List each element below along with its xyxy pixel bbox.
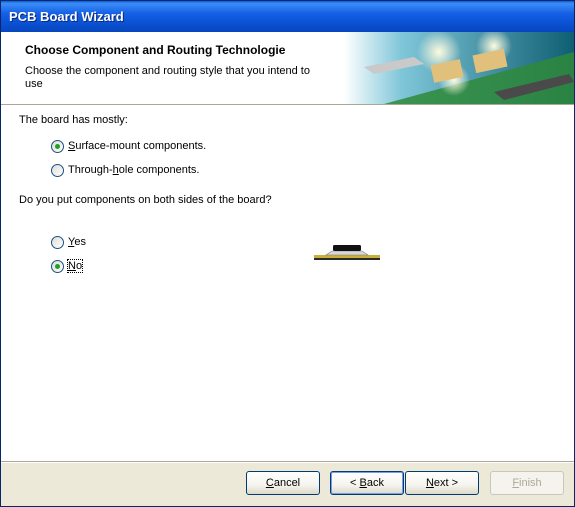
through-hole-label[interactable]: Through-hole components. [68,164,199,176]
window-title: PCB Board Wizard [9,9,124,24]
radio-indicator[interactable] [51,235,64,249]
footer-divider-highlight [1,462,574,463]
page-title: Choose Component and Routing Technologie [25,43,286,57]
radio-indicator-selected[interactable] [51,259,64,273]
wizard-content: The board has mostly: Surface-mount comp… [1,106,574,461]
no-radio[interactable]: No [51,258,84,274]
cancel-button[interactable]: Cancel [246,471,320,495]
yes-label[interactable]: Yes [68,236,86,248]
next-button[interactable]: Next > [405,471,479,495]
through-hole-radio[interactable]: Through-hole components. [51,162,199,178]
component-question-label: The board has mostly: [19,114,128,126]
radio-indicator[interactable] [51,163,64,177]
surface-mount-radio[interactable]: Surface-mount components. [51,138,206,154]
title-bar[interactable]: PCB Board Wizard [1,1,574,32]
wizard-header: Choose Component and Routing Technologie… [1,32,574,104]
page-subtitle: Choose the component and routing style t… [25,65,310,90]
sides-question-label: Do you put components on both sides of t… [19,194,272,206]
pcb-header-image [344,32,574,104]
board-side-illustration [314,245,380,260]
back-button[interactable]: < Back [330,471,404,495]
no-label[interactable]: No [66,259,84,273]
radio-indicator-selected[interactable] [51,139,64,153]
yes-radio[interactable]: Yes [51,234,86,250]
wizard-window: PCB Board Wizard Choose Component and Ro… [0,0,575,507]
surface-mount-label[interactable]: Surface-mount components. [68,140,206,152]
finish-button[interactable]: Finish [490,471,564,495]
